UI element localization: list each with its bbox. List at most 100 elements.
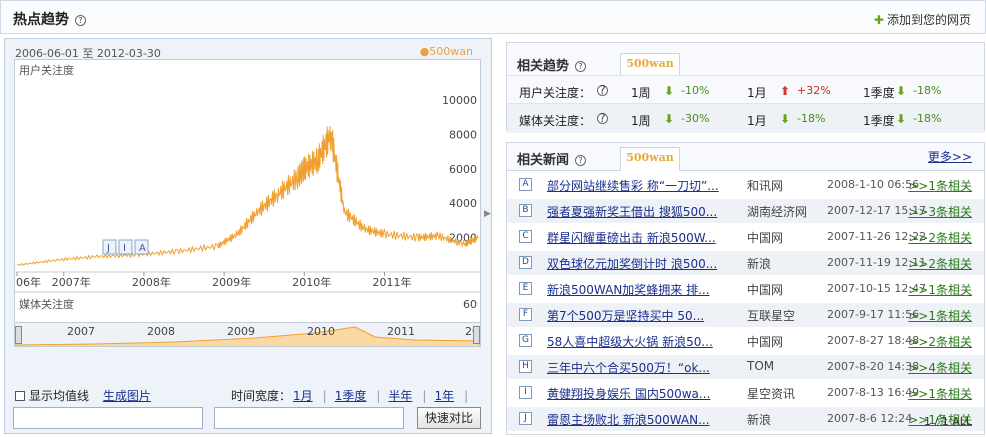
news-date: 2007-8-20 14:38: [827, 360, 920, 373]
news-title-link[interactable]: 第7个500万是坚持买中 50...: [547, 307, 704, 324]
timeline-scroller-strip[interactable]: 2007 2008 2009 2010 2011 20: [15, 322, 480, 346]
news-title-link[interactable]: 黄健翔投身娱乐 国内500wa...: [547, 385, 710, 402]
scroller-year-label: 2009: [227, 325, 255, 338]
arrow-up-icon: ⬆: [780, 84, 791, 98]
related-count-link[interactable]: >>1条相关: [908, 281, 972, 298]
chart-controls: 显示均值线 生成图片 时间宽度： 1月|1季度|半年|1年|全部: [15, 387, 485, 420]
separator: |: [376, 389, 381, 403]
page-header: 热点趋势? ✚ 添加到您的网页: [0, 0, 986, 34]
news-source: 新浪: [747, 413, 772, 427]
show-average-checkbox[interactable]: 显示均值线: [15, 389, 89, 403]
related-trends-title: 相关趋势?: [517, 55, 587, 74]
news-date: 2007-8-27 18:48: [827, 334, 920, 347]
user-series-line: [16, 125, 479, 267]
related-count-link[interactable]: >>2条相关: [908, 229, 972, 246]
arrow-down-icon: ⬇: [896, 84, 907, 98]
related-count-link[interactable]: >>3条相关: [908, 203, 972, 220]
help-icon[interactable]: ?: [575, 155, 587, 166]
time-option-3[interactable]: 1年: [434, 389, 454, 403]
news-title-link[interactable]: 双色球亿元加奖倒计时 浪500...: [547, 255, 717, 272]
news-item: C 群星闪耀重磅出击 新浪500W... 中国网 2007-11-26 12:22 >>…: [507, 225, 984, 249]
time-option-0[interactable]: 1月: [293, 389, 313, 403]
trend-period: 1季度: [863, 114, 895, 128]
news-source: 中国网: [747, 231, 784, 245]
news-item: D 双色球亿元加奖倒计时 浪500... 新浪 2007-11-19 12:11 >>2…: [507, 251, 984, 275]
news-date: 2007-8-13 16:49: [827, 386, 920, 399]
generate-image-link[interactable]: 生成图片: [103, 389, 151, 403]
trend-row-label: 用户关注度：: [519, 86, 592, 100]
news-title-link[interactable]: 58人喜中超级大火锅 新浪50...: [547, 333, 713, 350]
related-news-title: 相关新闻?: [517, 149, 587, 168]
news-item: E 新浪500WAN加奖蜂拥来 排... 中国网 2007-10-15 12:47 >>…: [507, 277, 984, 301]
x-tick-label: 2007年: [52, 275, 91, 289]
news-date: 2008-1-10 06:56: [827, 178, 920, 191]
chart-area[interactable]: 用户关注度 10000 8000 6000 4000 2000 J I A 06年 2007年 200…: [14, 59, 481, 356]
related-count-link[interactable]: >>1条相关: [908, 385, 972, 402]
user-chart-label: 用户关注度: [19, 63, 74, 77]
related-count-link[interactable]: >>1条相关: [908, 307, 972, 324]
news-title-link[interactable]: 新浪500WAN加奖蜂拥来 排...: [547, 281, 710, 298]
separator: |: [464, 389, 469, 403]
scroller-year-label: 2010: [307, 325, 335, 338]
news-title-link[interactable]: 部分网站继续售彩 称“一刀切”...: [547, 177, 719, 194]
trend-row: 用户关注度：? 1周 ⬇ -10% 1月 ⬆ +32% 1季度 ⬇ -18%: [507, 75, 984, 105]
tab-500wan-news[interactable]: 500wan: [620, 147, 680, 171]
annotation-letter: I: [123, 243, 126, 254]
panel-collapse-arrow[interactable]: ▶: [484, 209, 493, 227]
plus-icon: ✚: [873, 13, 884, 27]
scroller-handle-left[interactable]: [15, 326, 22, 344]
time-option-1[interactable]: 1季度: [335, 389, 367, 403]
news-source: 中国网: [747, 335, 784, 349]
help-icon[interactable]: ?: [575, 61, 587, 72]
trend-period: 1月: [747, 114, 767, 128]
time-option-2[interactable]: 半年: [388, 389, 412, 403]
arrow-down-icon: ⬇: [664, 112, 675, 126]
news-source: TOM: [747, 359, 775, 373]
trend-percent: +32%: [797, 84, 831, 97]
quick-compare-button[interactable]: 快速对比: [417, 407, 481, 429]
add-to-page-link[interactable]: ✚ 添加到您的网页: [874, 11, 971, 28]
news-item: B 强者夏强新奖王借出 搜狐500... 湖南经济网 2007-12-17 15:17…: [507, 199, 984, 223]
related-news-panel: 相关新闻? 500wan 更多>> A 部分网站继续售彩 称“一刀切”... 和讯网…: [506, 142, 985, 435]
related-trends-panel: 相关趋势? 500wan 用户关注度：? 1周 ⬇ -10% 1月 ⬆ +32% 1季度 ⬇ -1…: [506, 42, 985, 133]
y-tick-label: 4000: [449, 197, 477, 210]
news-source: 新浪: [747, 257, 772, 271]
trend-chart-panel: 2006-06-01 至 2012-03-30 ●500wan 用户关注度 100…: [4, 38, 492, 434]
trend-row-label: 媒体关注度：: [519, 114, 592, 128]
help-icon[interactable]: ?: [75, 14, 86, 26]
news-title-link[interactable]: 三年中六个合买500万！“ok...: [547, 359, 710, 376]
tab-500wan[interactable]: 500wan: [620, 53, 680, 75]
scroller-handle-right[interactable]: [473, 326, 480, 344]
help-icon[interactable]: ?: [597, 84, 608, 96]
x-tick-label: 2010年: [292, 275, 331, 289]
x-tick-label: 2009年: [212, 275, 251, 289]
separator: |: [422, 389, 427, 403]
news-source: 星空资讯: [747, 387, 796, 401]
news-title-link[interactable]: 强者夏强新奖王借出 搜狐500...: [547, 203, 717, 220]
related-count-link[interactable]: >>2条相关: [908, 255, 972, 272]
news-marker-letter: F: [519, 308, 532, 321]
related-count-link[interactable]: >>2条相关: [908, 333, 972, 350]
trend-period: 1周: [631, 114, 651, 128]
news-date: 2007-9-17 11:56: [827, 308, 920, 321]
help-icon[interactable]: ?: [597, 112, 608, 124]
compare-input-2[interactable]: [214, 407, 404, 429]
news-header: 相关新闻? 500wan 更多>>: [507, 143, 984, 171]
news-date: 2007-8-6 12:24: [827, 412, 913, 425]
news-marker-letter: H: [519, 360, 532, 373]
trend-percent: -18%: [797, 112, 826, 125]
time-range-label: 时间宽度：: [231, 389, 292, 403]
checkbox-icon[interactable]: [15, 391, 25, 401]
related-count-link[interactable]: >>4条相关: [908, 359, 972, 376]
news-title-link[interactable]: 群星闪耀重磅出击 新浪500W...: [547, 229, 716, 246]
more-news-link[interactable]: 更多>>: [928, 148, 972, 165]
news-title-link[interactable]: 雷恩主场败北 新浪500WAN...: [547, 411, 710, 428]
y-tick-label: 8000: [449, 128, 477, 141]
media-y-tick-label: 60: [463, 298, 477, 311]
media-chart-label: 媒体关注度: [19, 297, 74, 311]
news-source: 中国网: [747, 283, 784, 297]
compare-input-1[interactable]: [13, 407, 203, 429]
arrow-down-icon: ⬇: [780, 112, 791, 126]
trend-percent: -18%: [913, 84, 942, 97]
related-count-link[interactable]: >>1条相关: [908, 177, 972, 194]
